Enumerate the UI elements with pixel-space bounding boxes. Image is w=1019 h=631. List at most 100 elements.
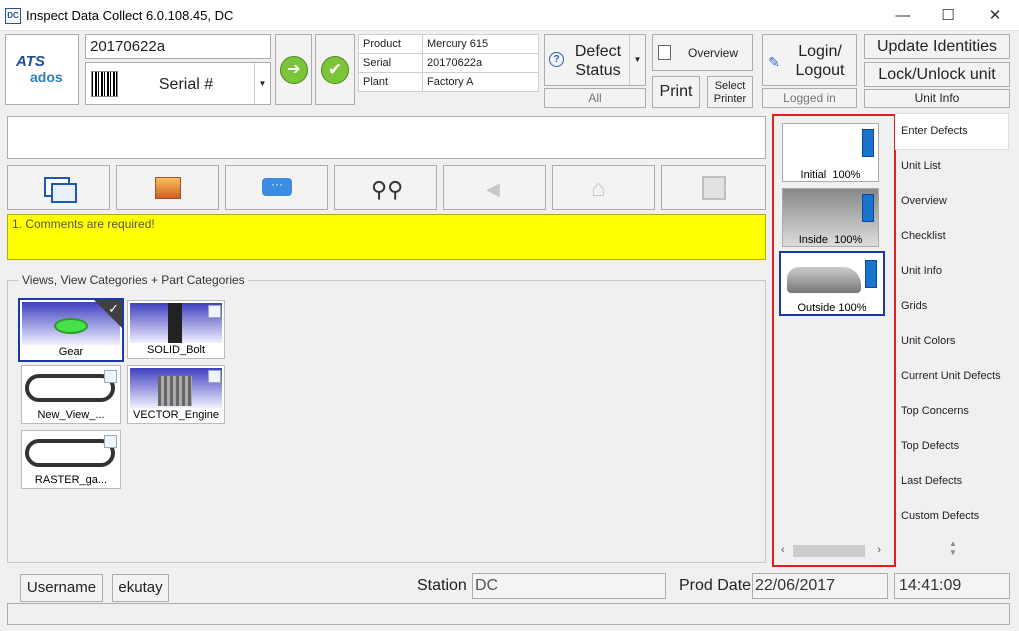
unit-info-top-button[interactable]: Unit Info bbox=[864, 89, 1010, 108]
login-logout-button[interactable]: ✎ Login/ Logout bbox=[762, 34, 857, 86]
thumbs-scrollbar[interactable]: ‹ › bbox=[779, 542, 885, 560]
close-button[interactable]: ✕ bbox=[972, 0, 1018, 31]
login-label-2: Logout bbox=[795, 62, 845, 79]
scroll-left-icon[interactable]: ‹ bbox=[781, 544, 785, 556]
view-label: SOLID_Bolt bbox=[146, 344, 206, 356]
window-title: Inspect Data Collect 6.0.108.45, DC bbox=[26, 8, 234, 23]
menu-scroll-icon[interactable]: ▲ ▼ bbox=[949, 539, 957, 557]
menu-grids[interactable]: Grids bbox=[900, 289, 1008, 324]
views-group-title: Views, View Categories + Part Categories bbox=[19, 273, 248, 287]
view-item-raster[interactable]: RASTER_ga... bbox=[21, 430, 121, 489]
thumb-inside[interactable]: Inside 100% bbox=[782, 188, 879, 247]
lock-unlock-button[interactable]: Lock/Unlock unit bbox=[864, 62, 1010, 87]
menu-unit-info[interactable]: Unit Info bbox=[900, 254, 1008, 289]
save-button[interactable] bbox=[661, 165, 766, 210]
station-value: DC bbox=[472, 573, 666, 599]
back-arrow-icon: ◀ bbox=[486, 179, 500, 199]
thumb-initial[interactable]: Initial 100% bbox=[782, 123, 879, 182]
progress-gauge bbox=[865, 260, 877, 288]
view-item-new-view[interactable]: New_View_... bbox=[21, 365, 121, 424]
menu-custom-defects[interactable]: Custom Defects bbox=[900, 499, 1008, 534]
chevron-down-icon[interactable]: ▼ bbox=[254, 63, 270, 104]
update-identities-button[interactable]: Update Identities bbox=[864, 34, 1010, 59]
accept-button[interactable]: ✔ bbox=[315, 34, 355, 105]
save-icon bbox=[702, 176, 726, 200]
menu-top-defects[interactable]: Top Defects bbox=[900, 429, 1008, 464]
menu-overview[interactable]: Overview bbox=[900, 184, 1008, 219]
status-strip bbox=[7, 603, 1010, 625]
menu-current-unit-defects[interactable]: Current Unit Defects bbox=[900, 359, 1008, 394]
minimize-button[interactable]: — bbox=[880, 0, 926, 31]
menu-checklist[interactable]: Checklist bbox=[900, 219, 1008, 254]
view-checkbox[interactable] bbox=[104, 435, 117, 448]
info-value: Factory A bbox=[422, 72, 539, 92]
defect-status-label-2: Status bbox=[575, 62, 621, 79]
table-row: Plant Factory A bbox=[358, 72, 539, 92]
select-printer-button[interactable]: Select Printer bbox=[707, 76, 753, 108]
info-key: Product bbox=[358, 34, 423, 54]
home-icon: ⌂ bbox=[591, 175, 606, 202]
username-label: Username bbox=[20, 574, 103, 602]
view-label: New_View_... bbox=[37, 409, 105, 421]
selected-check-icon: ✓ bbox=[108, 301, 119, 316]
unit-info-table: Product Mercury 615 Serial 20170622a Plant… bbox=[358, 34, 539, 92]
chevron-down-icon[interactable]: ▼ bbox=[629, 35, 645, 85]
overview-button[interactable]: Overview bbox=[652, 34, 753, 71]
key-icon: ✎ bbox=[768, 54, 780, 70]
defect-status-button[interactable]: ? Defect Status ▼ bbox=[544, 34, 646, 86]
login-status: Logged in bbox=[762, 88, 857, 108]
go-button[interactable]: ➔ bbox=[275, 34, 312, 105]
progress-gauge bbox=[862, 194, 874, 222]
maximize-button[interactable]: ☐ bbox=[925, 0, 971, 31]
select-printer-label-2: Printer bbox=[713, 93, 747, 105]
station-label: Station bbox=[417, 577, 467, 594]
header-panel bbox=[7, 116, 766, 159]
help-icon: ? bbox=[549, 52, 564, 67]
menu-unit-colors[interactable]: Unit Colors bbox=[900, 324, 1008, 359]
prod-date-value: 22/06/2017 bbox=[752, 573, 888, 599]
view-checkbox[interactable] bbox=[208, 370, 221, 383]
info-value: 20170622a bbox=[422, 53, 539, 73]
menu-last-defects[interactable]: Last Defects bbox=[900, 464, 1008, 499]
username-value: ekutay bbox=[112, 574, 169, 602]
comment-icon: ··· bbox=[262, 178, 292, 196]
windows-button[interactable] bbox=[7, 165, 110, 210]
table-row: Serial 20170622a bbox=[358, 53, 539, 73]
app-icon: DC bbox=[5, 8, 21, 24]
back-button[interactable]: ◀ bbox=[443, 165, 546, 210]
serial-selector-label: Serial # bbox=[158, 76, 214, 93]
message-bar: 1. Comments are required! bbox=[7, 214, 766, 260]
info-key: Plant bbox=[358, 72, 423, 92]
info-value: Mercury 615 bbox=[422, 34, 539, 54]
comment-button[interactable]: ··· bbox=[225, 165, 328, 210]
unit-id-field[interactable]: 20170622a bbox=[85, 34, 271, 59]
barcode-icon bbox=[91, 71, 118, 97]
serial-selector[interactable]: Serial # ▼ bbox=[85, 62, 271, 105]
thumb-outside[interactable]: Outside 100% bbox=[779, 251, 885, 316]
login-label-1: Login/ bbox=[798, 43, 842, 60]
thumb-label: Initial 100% bbox=[800, 169, 861, 181]
image-button[interactable] bbox=[116, 165, 219, 210]
view-checkbox[interactable] bbox=[208, 305, 221, 318]
logo-bottom-text: ados bbox=[30, 69, 63, 85]
search-button[interactable]: ⚲⚲ bbox=[334, 165, 437, 210]
view-item-gear[interactable]: ✓ Gear bbox=[18, 298, 124, 362]
home-button[interactable]: ⌂ bbox=[552, 165, 655, 210]
car-icon bbox=[787, 267, 861, 293]
menu-top-concerns[interactable]: Top Concerns bbox=[900, 394, 1008, 429]
menu-enter-defects[interactable]: Enter Defects bbox=[900, 114, 1008, 149]
thumb-label: Inside 100% bbox=[798, 234, 863, 246]
view-item-vector-engine[interactable]: VECTOR_Engine bbox=[127, 365, 225, 424]
view-item-solid-bolt[interactable]: SOLID_Bolt bbox=[127, 300, 225, 359]
defect-filter-field[interactable]: All bbox=[544, 88, 646, 108]
scroll-right-icon[interactable]: › bbox=[877, 544, 881, 556]
scrollbar-thumb[interactable] bbox=[793, 545, 865, 557]
overview-button-label: Overview bbox=[687, 46, 738, 60]
view-label: RASTER_ga... bbox=[34, 474, 108, 486]
progress-gauge bbox=[862, 129, 874, 157]
menu-unit-list[interactable]: Unit List bbox=[900, 149, 1008, 184]
print-button[interactable]: Print bbox=[652, 76, 700, 108]
view-checkbox[interactable] bbox=[104, 370, 117, 383]
check-icon: ✔ bbox=[321, 56, 349, 84]
view-label: VECTOR_Engine bbox=[132, 409, 219, 421]
